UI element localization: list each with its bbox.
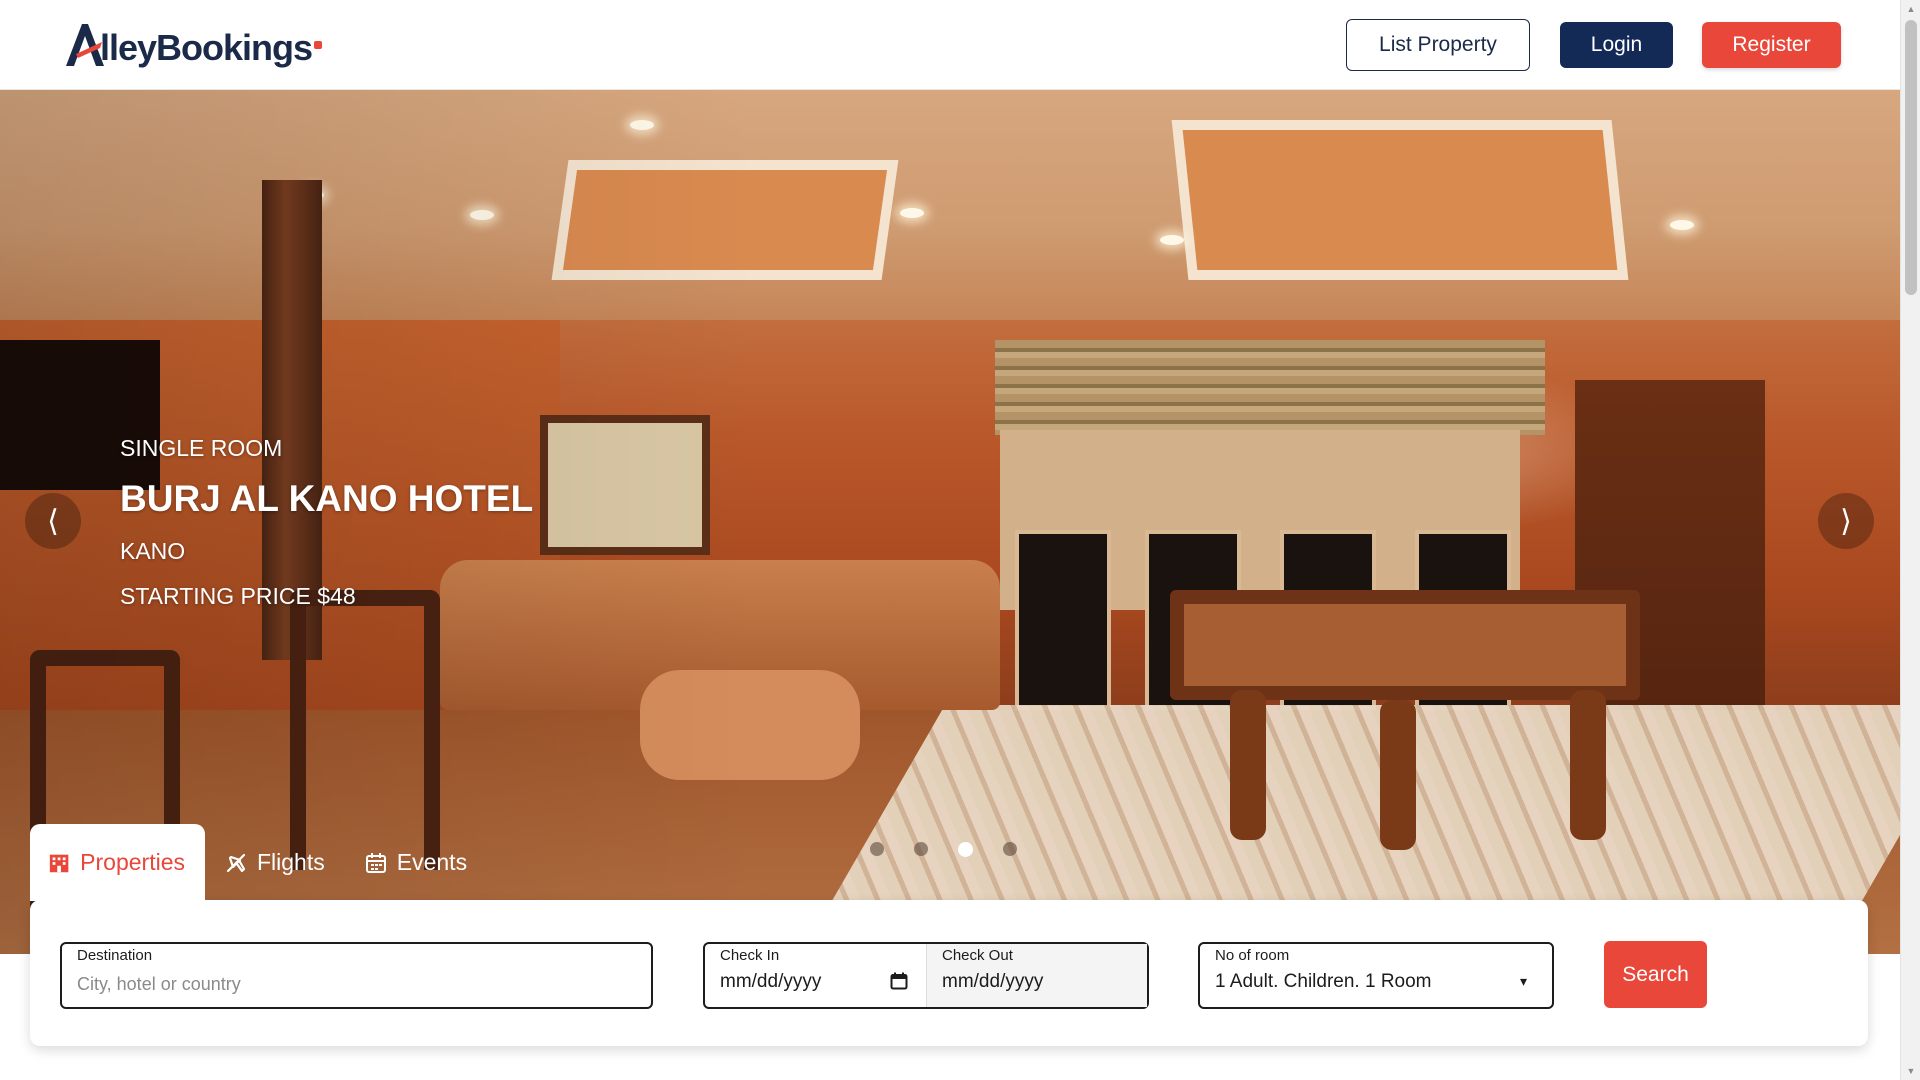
starting-price: STARTING PRICE $48 [120, 583, 356, 609]
tab-label: Events [396, 849, 468, 875]
carousel-dot[interactable] [870, 842, 884, 856]
carousel-dot-active[interactable] [958, 842, 973, 857]
search-panel: Destination City, hotel or country Check… [30, 900, 1868, 1046]
checkout-label: Check Out [942, 947, 1013, 964]
carousel-dot[interactable] [914, 842, 928, 856]
page-scrollbar[interactable]: ▲ ▼ [1900, 0, 1920, 1080]
checkin-field[interactable]: Check In mm/dd/yyyy [705, 944, 926, 1007]
hotel-name: BURJ AL KANO HOTEL [120, 478, 534, 519]
login-button[interactable]: Login [1560, 22, 1673, 68]
chevron-right-icon: ⟩ [1840, 503, 1852, 539]
destination-input[interactable]: City, hotel or country [77, 974, 241, 995]
checkin-label: Check In [720, 947, 780, 964]
logo-text: lleyBookings [100, 27, 313, 68]
search-tabs: Properties Flights Events [30, 824, 487, 901]
tab-flights[interactable]: Flights [205, 824, 345, 901]
carousel-dot[interactable] [1003, 842, 1017, 856]
list-property-button[interactable]: List Property [1346, 19, 1530, 71]
tab-label: Flights [257, 849, 325, 875]
carousel-next-button[interactable]: ⟩ [1818, 493, 1874, 549]
hero-caption: SINGLE ROOM BURJ AL KANO HOTEL KANO STAR… [120, 435, 533, 610]
logo-dot-icon [314, 41, 323, 49]
calendar-picker-icon[interactable] [890, 972, 908, 990]
hotel-icon [49, 854, 69, 872]
tab-properties[interactable]: Properties [30, 824, 205, 901]
scrollbar-thumb[interactable] [1905, 20, 1917, 295]
rooms-select[interactable]: No of room 1 Adult. Children. 1 Room ▾ [1198, 942, 1554, 1009]
plane-icon [226, 853, 246, 872]
checkout-input[interactable]: mm/dd/yyyy [942, 971, 1043, 993]
carousel-prev-button[interactable]: ⟨ [25, 493, 81, 549]
chevron-left-icon: ⟨ [47, 503, 59, 539]
checkin-input[interactable]: mm/dd/yyyy [720, 971, 821, 993]
room-type: SINGLE ROOM [120, 435, 283, 461]
register-button[interactable]: Register [1702, 22, 1841, 68]
tab-label: Properties [80, 849, 185, 875]
brand-logo[interactable]: lleyBookings [62, 18, 323, 72]
rooms-label: No of room [1215, 947, 1290, 964]
hotel-city: KANO [120, 538, 186, 564]
destination-label: Destination [77, 947, 153, 964]
site-header: lleyBookings List Property Login Registe… [0, 0, 1900, 90]
destination-field[interactable]: Destination City, hotel or country [60, 942, 653, 1009]
scroll-up-icon[interactable]: ▲ [1901, 0, 1920, 18]
checkout-field[interactable]: Check Out mm/dd/yyyy [926, 944, 1147, 1007]
scroll-down-icon[interactable]: ▼ [1901, 1062, 1920, 1080]
chevron-down-icon: ▾ [1520, 974, 1528, 990]
carousel-indicators [870, 842, 1017, 857]
tab-events[interactable]: Events [345, 824, 487, 901]
calendar-icon [365, 852, 386, 873]
search-button[interactable]: Search [1604, 941, 1707, 1008]
rooms-value: 1 Adult. Children. 1 Room [1215, 971, 1432, 992]
date-range-field: Check In mm/dd/yyyy Check Out mm/dd/yyyy [703, 942, 1149, 1009]
